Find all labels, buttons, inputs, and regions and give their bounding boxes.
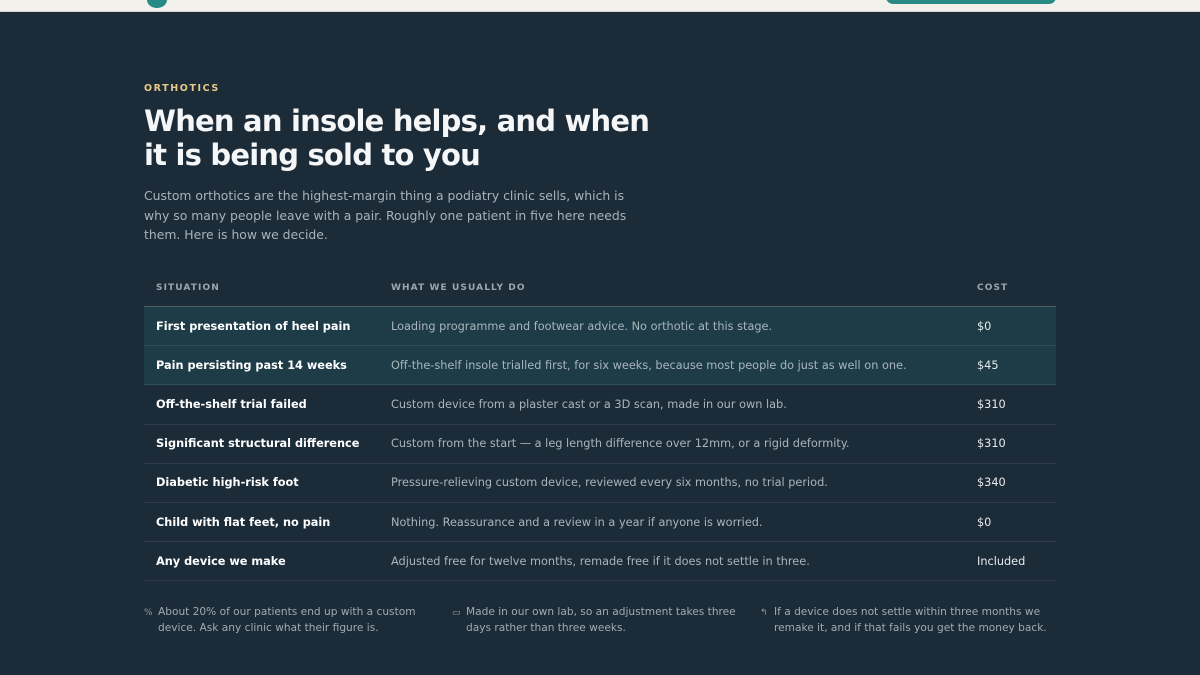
logo-mark[interactable] [147,0,167,8]
header-cost: COST [977,283,1009,293]
table-row: First presentation of heel pain Loading … [144,307,1056,347]
table-row: Any device we make Adjusted free for twe… [144,542,1056,582]
top-nav-bar [0,0,1200,12]
row-action: Custom device from a plaster cast or a 3… [391,397,787,411]
footnote-text: Made in our own lab, so an adjustment ta… [466,606,736,634]
row-action: Custom from the start — a leg length dif… [391,437,850,451]
footnotes: % About 20% of our patients end up with … [144,604,1056,636]
row-cost: $45 [977,358,999,372]
row-cost: $310 [977,437,1006,451]
nav-cta-button[interactable] [886,0,1056,4]
percent-icon: % [144,608,153,618]
orthotics-table: SITUATION WHAT WE USUALLY DO COST First … [144,270,1056,582]
row-action: Adjusted free for twelve months, remade … [391,554,810,568]
footnote-text: If a device does not settle within three… [774,606,1047,634]
section-intro: Custom orthotics are the highest-margin … [144,188,627,242]
table-row: Child with flat feet, no pain Nothing. R… [144,503,1056,543]
row-situation: Diabetic high-risk foot [156,476,299,490]
section-eyebrow: ORTHOTICS [144,83,220,94]
row-action: Pressure-relieving custom device, review… [391,476,828,490]
row-situation: Significant structural difference [156,437,360,451]
folder-icon: ▭ [452,608,461,618]
row-situation: Any device we make [156,554,286,568]
row-cost: $0 [977,515,992,529]
table-row: Off-the-shelf trial failed Custom device… [144,385,1056,425]
row-cost: $0 [977,319,992,333]
row-action: Off-the-shelf insole trialled first, for… [391,358,907,372]
row-action: Loading programme and footwear advice. N… [391,319,773,333]
row-cost: Included [977,554,1026,568]
footnote: ↰ If a device does not settle within thr… [760,604,1056,636]
table-row: Diabetic high-risk foot Pressure-relievi… [144,464,1056,503]
row-cost: $310 [977,397,1006,411]
table-header: SITUATION WHAT WE USUALLY DO COST [144,270,1056,307]
row-situation: Child with flat feet, no pain [156,515,331,529]
header-situation: SITUATION [156,283,220,293]
footnote-text: About 20% of our patients end up with a … [158,606,416,634]
return-arrow-icon: ↰ [760,608,768,618]
footnote: % About 20% of our patients end up with … [144,604,452,636]
row-cost: $340 [977,476,1006,490]
row-situation: First presentation of heel pain [156,319,351,333]
table-row: Pain persisting past 14 weeks Off-the-sh… [144,346,1056,386]
row-action: Nothing. Reassurance and a review in a y… [391,515,763,529]
footnote: ▭ Made in our own lab, so an adjustment … [452,604,760,636]
row-situation: Pain persisting past 14 weeks [156,358,347,372]
section-headline: When an insole helps, and when it is bei… [144,104,650,172]
header-action: WHAT WE USUALLY DO [391,283,526,293]
table-row: Significant structural difference Custom… [144,425,1056,464]
row-situation: Off-the-shelf trial failed [156,397,307,411]
